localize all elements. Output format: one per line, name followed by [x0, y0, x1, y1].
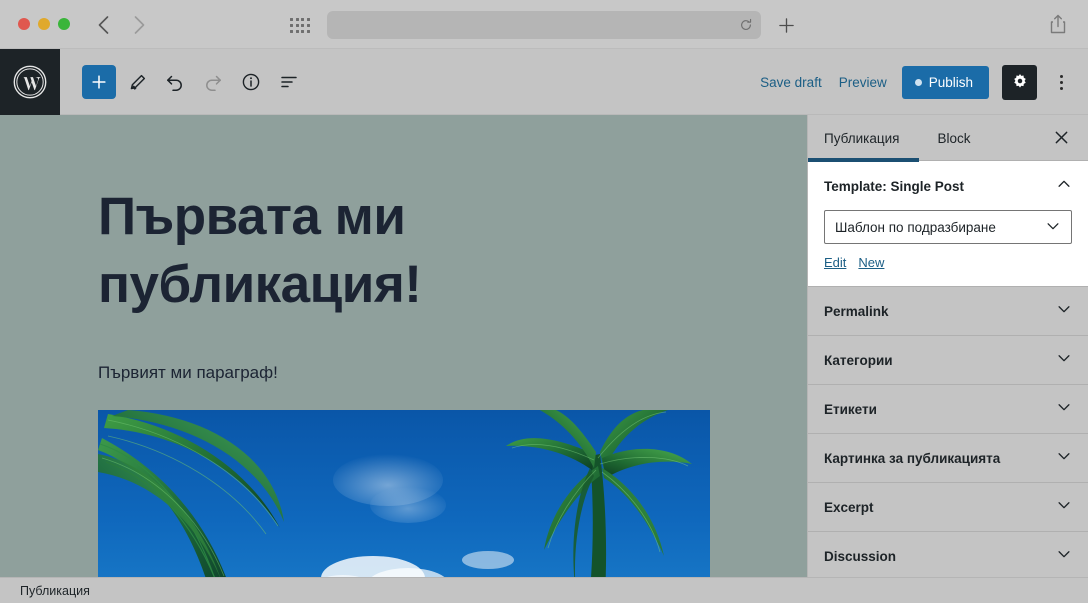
- close-sidebar-button[interactable]: [1048, 126, 1074, 152]
- template-new-link[interactable]: New: [858, 255, 884, 270]
- editor-toolbar: Save draft Preview Publish: [0, 49, 1088, 115]
- chevron-down-icon: [1045, 218, 1061, 237]
- tab-block[interactable]: Block: [937, 115, 980, 161]
- toolbar-right-group: Save draft Preview Publish: [758, 49, 1072, 115]
- template-edit-link[interactable]: Edit: [824, 255, 846, 270]
- toolbar-left-group: [82, 49, 306, 115]
- zoom-window-button[interactable]: [58, 18, 70, 30]
- tab-post[interactable]: Публикация: [807, 115, 920, 162]
- template-panel-header[interactable]: Template: Single Post: [824, 176, 1072, 197]
- panel-label: Етикети: [824, 401, 877, 417]
- publish-button[interactable]: Publish: [901, 65, 989, 99]
- chevron-down-icon: [1056, 350, 1072, 371]
- plus-icon: [90, 73, 108, 91]
- panel-featured-image[interactable]: Картинка за публикацията: [808, 434, 1088, 483]
- address-bar[interactable]: [327, 11, 761, 39]
- minimize-window-button[interactable]: [38, 18, 50, 30]
- options-menu-button[interactable]: [1050, 65, 1072, 99]
- reload-icon[interactable]: [739, 18, 753, 32]
- palm-trees-image: [98, 410, 710, 577]
- status-bar: Публикация: [0, 577, 1088, 603]
- panel-label: Категории: [824, 352, 893, 368]
- chevron-up-icon: [1056, 176, 1072, 197]
- back-icon[interactable]: [92, 13, 114, 37]
- template-links: Edit New: [824, 255, 1072, 270]
- post-featured-image[interactable]: [98, 410, 710, 577]
- panel-tags[interactable]: Етикети: [808, 385, 1088, 434]
- save-draft-button[interactable]: Save draft: [758, 71, 824, 94]
- panel-discussion[interactable]: Discussion: [808, 532, 1088, 581]
- settings-button[interactable]: [1002, 64, 1037, 100]
- window-traffic-lights: [18, 18, 70, 30]
- status-bar-text: Публикация: [20, 583, 90, 598]
- publish-status-dot: [914, 78, 922, 86]
- settings-sidebar: Публикация Block Template: Single Post Ш…: [807, 115, 1088, 581]
- editor-canvas: Първата ми публикация! Първият ми парагр…: [0, 115, 807, 577]
- info-icon: [241, 72, 261, 92]
- close-window-button[interactable]: [18, 18, 30, 30]
- panel-label: Permalink: [824, 303, 889, 319]
- redo-icon: [203, 72, 223, 92]
- sidebar-tab-bar: Публикация Block: [807, 115, 1088, 162]
- pencil-icon: [128, 73, 147, 92]
- add-block-button[interactable]: [82, 65, 116, 99]
- chevron-down-icon: [1056, 448, 1072, 469]
- post-title[interactable]: Първата ми публикация!: [98, 183, 698, 319]
- preview-button[interactable]: Preview: [837, 71, 889, 94]
- post-paragraph[interactable]: Първият ми параграф!: [98, 363, 278, 383]
- panel-label: Картинка за публикацията: [824, 450, 1001, 466]
- template-panel: Template: Single Post Шаблон по подразби…: [808, 161, 1088, 287]
- publish-label: Publish: [928, 74, 973, 90]
- new-tab-icon[interactable]: [776, 15, 796, 35]
- panel-permalink[interactable]: Permalink: [808, 287, 1088, 336]
- wordpress-editor-window: Save draft Preview Publish Първата ми пу…: [0, 0, 1088, 603]
- close-icon: [1054, 130, 1069, 148]
- undo-icon: [165, 72, 185, 92]
- browser-navigation: [92, 13, 150, 37]
- panel-categories[interactable]: Категории: [808, 336, 1088, 385]
- undo-button[interactable]: [158, 65, 192, 99]
- template-heading: Template: Single Post: [824, 179, 965, 194]
- browser-chrome: [0, 0, 1088, 49]
- panel-excerpt[interactable]: Excerpt: [808, 483, 1088, 532]
- redo-button[interactable]: [196, 65, 230, 99]
- panel-label: Discussion: [824, 548, 897, 564]
- chevron-down-icon: [1056, 301, 1072, 322]
- gear-icon: [1011, 72, 1029, 93]
- chevron-down-icon: [1056, 546, 1072, 567]
- chevron-down-icon: [1056, 399, 1072, 420]
- list-view-icon: [279, 72, 299, 92]
- tab-overview-icon[interactable]: [290, 18, 310, 34]
- template-select[interactable]: Шаблон по подразбиране: [824, 210, 1072, 244]
- wordpress-logo-icon: [13, 65, 47, 99]
- chevron-down-icon: [1056, 497, 1072, 518]
- forward-icon[interactable]: [128, 13, 150, 37]
- share-icon[interactable]: [1048, 13, 1070, 37]
- panel-label: Excerpt: [824, 499, 874, 515]
- wordpress-logo-button[interactable]: [0, 49, 60, 115]
- tools-button[interactable]: [120, 65, 154, 99]
- template-selected-value: Шаблон по подразбиране: [835, 219, 996, 235]
- list-view-button[interactable]: [272, 65, 306, 99]
- details-button[interactable]: [234, 65, 268, 99]
